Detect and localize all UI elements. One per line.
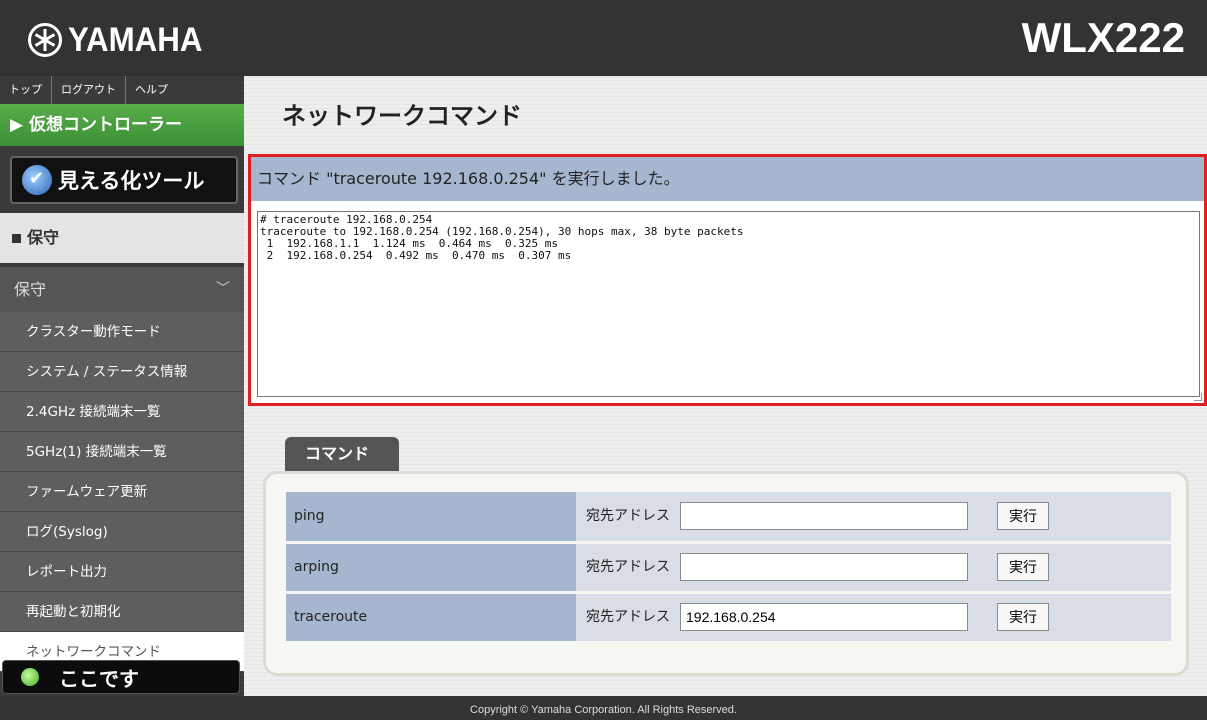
sidebar-item-5ghz-clients[interactable]: 5GHz(1) 接続端末一覧: [0, 432, 244, 472]
sidebar-item-system-status[interactable]: システム / ステータス情報: [0, 352, 244, 392]
sidebar-item-firmware-update[interactable]: ファームウェア更新: [0, 472, 244, 512]
sidebar-item-syslog[interactable]: ログ(Syslog): [0, 512, 244, 552]
command-name-arping: arping: [286, 542, 576, 594]
maintenance-menu: クラスター動作モード システム / ステータス情報 2.4GHz 接続端末一覧 …: [0, 312, 244, 672]
command-name-traceroute: traceroute: [286, 592, 576, 644]
maintenance-group-toggle[interactable]: 保守 ﹀: [0, 267, 244, 312]
main-content: ネットワークコマンド コマンド "traceroute 192.168.0.25…: [244, 76, 1207, 696]
command-body: 宛先アドレス 実行: [576, 492, 1171, 544]
group-label: 保守: [14, 280, 47, 299]
destination-label: 宛先アドレス: [586, 508, 670, 525]
arping-execute-button[interactable]: 実行: [997, 553, 1049, 581]
destination-label: 宛先アドレス: [586, 559, 670, 575]
table-row: arping 宛先アドレス 実行: [286, 542, 1171, 594]
visualization-tool-label: 見える化ツール: [58, 169, 205, 193]
nav-logout-link[interactable]: ログアウト: [52, 76, 126, 104]
here-indicator: ここです: [2, 660, 240, 694]
destination-label: 宛先アドレス: [586, 609, 670, 625]
table-row: ping 宛先アドレス 実行: [286, 492, 1171, 544]
command-result-panel: コマンド "traceroute 192.168.0.254" を実行しました。…: [248, 154, 1207, 406]
sidebar-item-report-output[interactable]: レポート出力: [0, 552, 244, 592]
ping-execute-button[interactable]: 実行: [997, 502, 1049, 531]
nav-help-link[interactable]: ヘルプ: [126, 76, 177, 104]
app-header: YAMAHA WLX222: [0, 0, 1207, 76]
tab-command: コマンド: [285, 437, 399, 471]
traceroute-execute-button[interactable]: 実行: [997, 603, 1049, 631]
traceroute-address-input[interactable]: [680, 603, 968, 631]
top-nav: トップ ログアウト ヘルプ: [0, 76, 244, 104]
sidebar-item-24ghz-clients[interactable]: 2.4GHz 接続端末一覧: [0, 392, 244, 432]
nav-top-link[interactable]: トップ: [0, 76, 52, 104]
command-body: 宛先アドレス 実行: [576, 592, 1171, 644]
footer-copyright: Copyright © Yamaha Corporation. All Righ…: [0, 696, 1207, 720]
sidebar-item-reboot-init[interactable]: 再起動と初期化: [0, 592, 244, 632]
arping-address-input[interactable]: [680, 553, 968, 581]
yamaha-logo[interactable]: YAMAHA: [28, 18, 214, 62]
section-heading-label: 保守: [27, 228, 60, 247]
result-message: コマンド "traceroute 192.168.0.254" を実行しました。: [251, 157, 1204, 201]
green-status-dot-icon: [21, 668, 39, 686]
resize-handle-icon[interactable]: [1194, 393, 1202, 401]
chevron-down-icon: ﹀: [216, 281, 230, 297]
result-output-textarea[interactable]: # traceroute 192.168.0.254 traceroute to…: [257, 211, 1200, 397]
table-row: traceroute 宛先アドレス 実行: [286, 592, 1171, 644]
command-table: ping 宛先アドレス 実行 arping 宛先アドレス 実行 traceroute…: [286, 492, 1171, 644]
visualization-icon: [22, 165, 52, 195]
virtual-controller-button[interactable]: ▶ 仮想コントローラー: [0, 104, 244, 146]
square-bullet-icon: [12, 234, 21, 243]
here-label: ここです: [59, 666, 139, 691]
tuning-fork-logo-icon: [28, 23, 62, 57]
sidebar: トップ ログアウト ヘルプ ▶ 仮想コントローラー 見える化ツール 保守 保守 …: [0, 76, 244, 696]
command-body: 宛先アドレス 実行: [576, 542, 1171, 594]
sidebar-item-cluster-mode[interactable]: クラスター動作モード: [0, 312, 244, 352]
model-name: WLX222: [1021, 14, 1185, 61]
brand-name: YAMAHA: [68, 20, 203, 59]
command-name-ping: ping: [286, 492, 576, 544]
page-title: ネットワークコマンド: [282, 102, 522, 130]
visualization-tool-button[interactable]: 見える化ツール: [10, 156, 238, 204]
section-heading: 保守: [0, 213, 244, 263]
ping-address-input[interactable]: [680, 502, 968, 531]
command-panel: ping 宛先アドレス 実行 arping 宛先アドレス 実行 traceroute…: [263, 471, 1189, 676]
